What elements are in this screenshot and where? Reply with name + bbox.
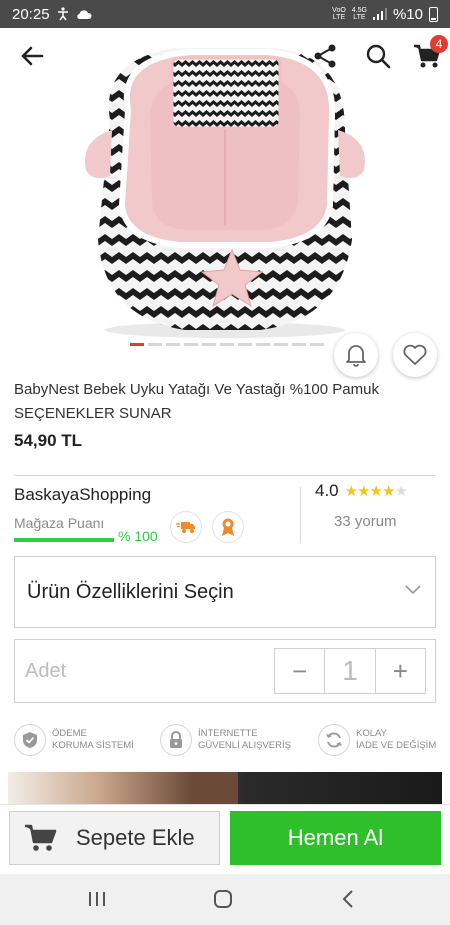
battery-icon [429,6,438,22]
heart-icon [403,344,427,365]
trust-line1: KOLAY [356,728,387,739]
gallery-dot[interactable] [274,343,288,346]
trust-line1: İNTERNETTE [198,728,258,739]
shield-check-icon [23,732,37,748]
decrease-button[interactable]: − [275,649,324,693]
store-name-link[interactable]: BaskayaShopping [14,485,151,505]
gallery-dot[interactable] [166,343,180,346]
star-icon: ★ [394,483,407,500]
quantity-stepper: − 1 + [274,648,426,694]
trust-badge-return: KOLAY İADE VE DEĞİŞİM [318,724,436,756]
store-score-label: Mağaza Puanı [14,515,105,531]
product-rating[interactable]: 4.0 ★★★★★ [315,481,408,501]
product-options-select[interactable]: Ürün Özelliklerini Seçin [14,556,436,628]
status-bar: 20:25 VoO LTE 4.5G LTE %10 [0,0,450,28]
product-title: BabyNest Bebek Uyku Yatağı Ve Yastağı %1… [14,381,379,422]
cart-icon [25,824,57,851]
accessibility-icon [57,7,68,21]
chevron-down-icon [405,585,421,595]
cart-count-badge: 4 [430,35,448,53]
gallery-dot[interactable] [184,343,198,346]
home-icon[interactable] [213,890,233,908]
favorite-button[interactable] [393,333,437,377]
buy-now-label: Hemen Al [287,825,384,850]
trust-line2: İADE VE DEĞİŞİM [356,740,437,751]
top-bar [0,28,450,86]
action-bar: Sepete Ekle Hemen Al [0,804,450,874]
gallery-dot[interactable] [292,343,306,346]
trust-line2: GÜVENLİ ALIŞVERİŞ [198,740,291,751]
product-price: 54,90 TL [14,431,83,450]
gallery-dot[interactable] [256,343,270,346]
gallery-dot[interactable] [130,343,144,346]
add-to-cart-button[interactable]: Sepete Ekle [9,811,220,865]
trust-badge-secure: İNTERNETTE GÜVENLİ ALIŞVERİŞ [160,724,291,756]
gallery-dot[interactable] [202,343,216,346]
buy-now-button[interactable]: Hemen Al [230,811,441,865]
gallery-dot[interactable] [310,343,324,346]
system-nav-bar [0,874,450,925]
medal-icon [222,518,234,536]
star-icon: ★ [344,483,358,500]
gallery-dot[interactable] [148,343,162,346]
star-icon: ★ [369,483,383,500]
star-icon: ★ [357,483,370,500]
recent-apps-icon[interactable] [88,891,106,907]
bell-icon [346,345,366,367]
share-icon[interactable] [312,42,338,70]
store-score-bar [14,538,114,542]
divider [300,487,301,543]
fast-shipping-badge[interactable] [170,511,202,543]
network-indicator: 4.5G LTE [351,7,367,21]
select-label: Ürün Özelliklerini Seçin [27,580,234,603]
gallery-indicator [130,343,324,346]
delivery-truck-icon [176,522,195,533]
trusted-seller-badge[interactable] [212,511,244,543]
notify-button[interactable] [334,333,378,377]
lock-icon [170,731,182,748]
trust-badge-payment: ÖDEME KORUMA SİSTEMİ [14,724,134,756]
battery-percent: %10 [392,5,423,23]
refresh-icon [326,732,342,748]
quantity-label: Adet [25,660,67,682]
trust-line2: KORUMA SİSTEMİ [52,740,134,751]
back-icon[interactable] [342,890,354,908]
rating-value: 4.0 [315,481,339,500]
gallery-dot[interactable] [238,343,252,346]
volte-indicator: VoO LTE [332,7,346,21]
quantity-value[interactable]: 1 [324,649,376,693]
add-to-cart-label: Sepete Ekle [76,825,195,850]
rating-stars: ★★★★★ [344,482,408,500]
divider [14,475,436,476]
search-icon[interactable] [364,42,392,70]
quantity-box: Adet − 1 + [14,639,436,703]
back-arrow-icon[interactable] [18,42,46,70]
signal-icon [372,8,387,20]
trust-line1: ÖDEME [52,728,87,739]
status-time: 20:25 [12,5,50,23]
cloud-icon [76,10,92,20]
star-icon: ★ [382,483,395,500]
store-score-percent: % 100 [118,528,158,544]
review-count-link[interactable]: 33 yorum [334,513,397,530]
increase-button[interactable]: + [376,649,425,693]
gallery-dot[interactable] [220,343,234,346]
